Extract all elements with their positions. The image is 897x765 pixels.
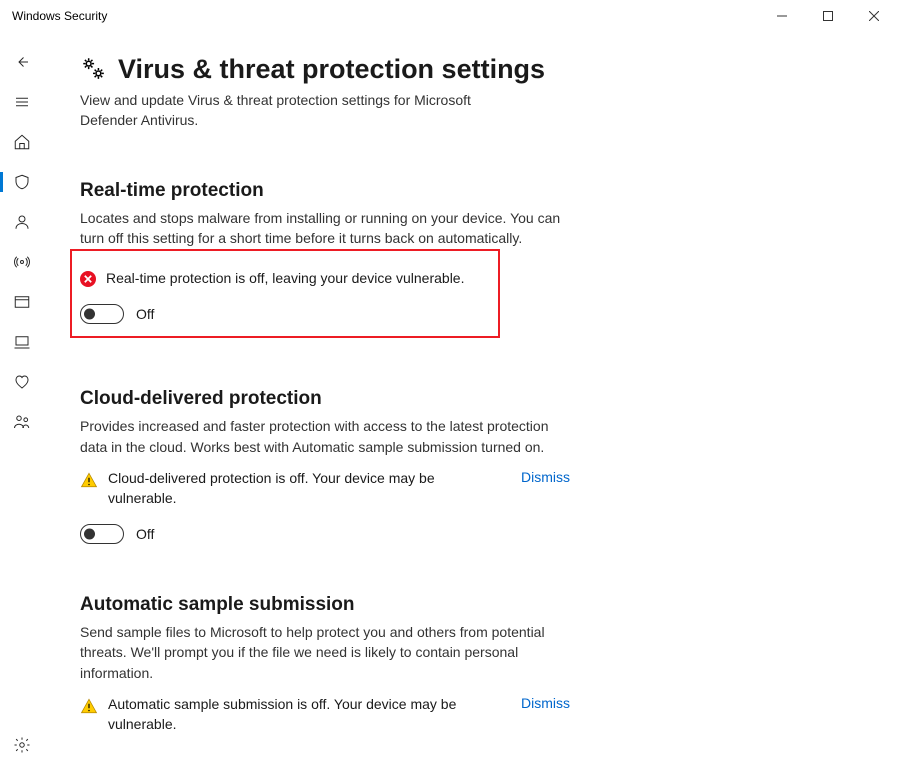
nav-app-browser-control[interactable]: [0, 282, 44, 322]
settings-gears-icon: [80, 55, 106, 84]
section-cloud: Cloud-delivered protection Provides incr…: [80, 388, 570, 544]
back-button[interactable]: [0, 42, 44, 82]
window-controls: [759, 0, 897, 32]
section-title: Real-time protection: [80, 180, 570, 202]
highlight-box: Real-time protection is off, leaving you…: [70, 249, 500, 339]
section-desc: Provides increased and faster protection…: [80, 416, 570, 457]
page-subtitle: View and update Virus & threat protectio…: [80, 91, 520, 130]
nav-settings[interactable]: [0, 725, 44, 765]
section-title: Cloud-delivered protection: [80, 388, 570, 410]
warning-text: Cloud-delivered protection is off. Your …: [108, 469, 503, 508]
warning-icon: [80, 697, 98, 718]
nav-home[interactable]: [0, 122, 44, 162]
menu-button[interactable]: [0, 82, 44, 122]
section-realtime: Real-time protection Locates and stops m…: [80, 180, 570, 338]
titlebar: Windows Security: [0, 0, 897, 32]
sample-warning: Automatic sample submission is off. Your…: [80, 695, 570, 734]
minimize-button[interactable]: [759, 0, 805, 32]
realtime-warning: Real-time protection is off, leaving you…: [80, 269, 490, 289]
toggle-label: Off: [136, 526, 154, 542]
cloud-toggle-row: Off: [80, 524, 570, 544]
toggle-label: Off: [136, 306, 154, 322]
dismiss-link[interactable]: Dismiss: [521, 695, 570, 711]
warning-text: Real-time protection is off, leaving you…: [106, 269, 490, 289]
close-button[interactable]: [851, 0, 897, 32]
nav-device-performance[interactable]: [0, 362, 44, 402]
cloud-warning: Cloud-delivered protection is off. Your …: [80, 469, 570, 508]
warning-text: Automatic sample submission is off. Your…: [108, 695, 503, 734]
section-title: Automatic sample submission: [80, 594, 570, 616]
sidebar: [0, 32, 44, 765]
dismiss-link[interactable]: Dismiss: [521, 469, 570, 485]
section-desc: Locates and stops malware from installin…: [80, 208, 570, 249]
error-icon: [80, 271, 96, 287]
nav-account-protection[interactable]: [0, 202, 44, 242]
realtime-toggle-row: Off: [80, 304, 490, 324]
cloud-toggle[interactable]: [80, 524, 124, 544]
section-sample: Automatic sample submission Send sample …: [80, 594, 570, 734]
section-desc: Send sample files to Microsoft to help p…: [80, 622, 570, 683]
warning-icon: [80, 471, 98, 492]
window-title: Windows Security: [12, 9, 107, 23]
nav-device-security[interactable]: [0, 322, 44, 362]
nav-virus-protection[interactable]: [0, 162, 44, 202]
nav-family-options[interactable]: [0, 402, 44, 442]
page-header: Virus & threat protection settings: [80, 54, 857, 85]
page-title: Virus & threat protection settings: [118, 54, 545, 85]
main-content: Virus & threat protection settings View …: [44, 32, 897, 765]
nav-firewall[interactable]: [0, 242, 44, 282]
realtime-toggle[interactable]: [80, 304, 124, 324]
maximize-button[interactable]: [805, 0, 851, 32]
